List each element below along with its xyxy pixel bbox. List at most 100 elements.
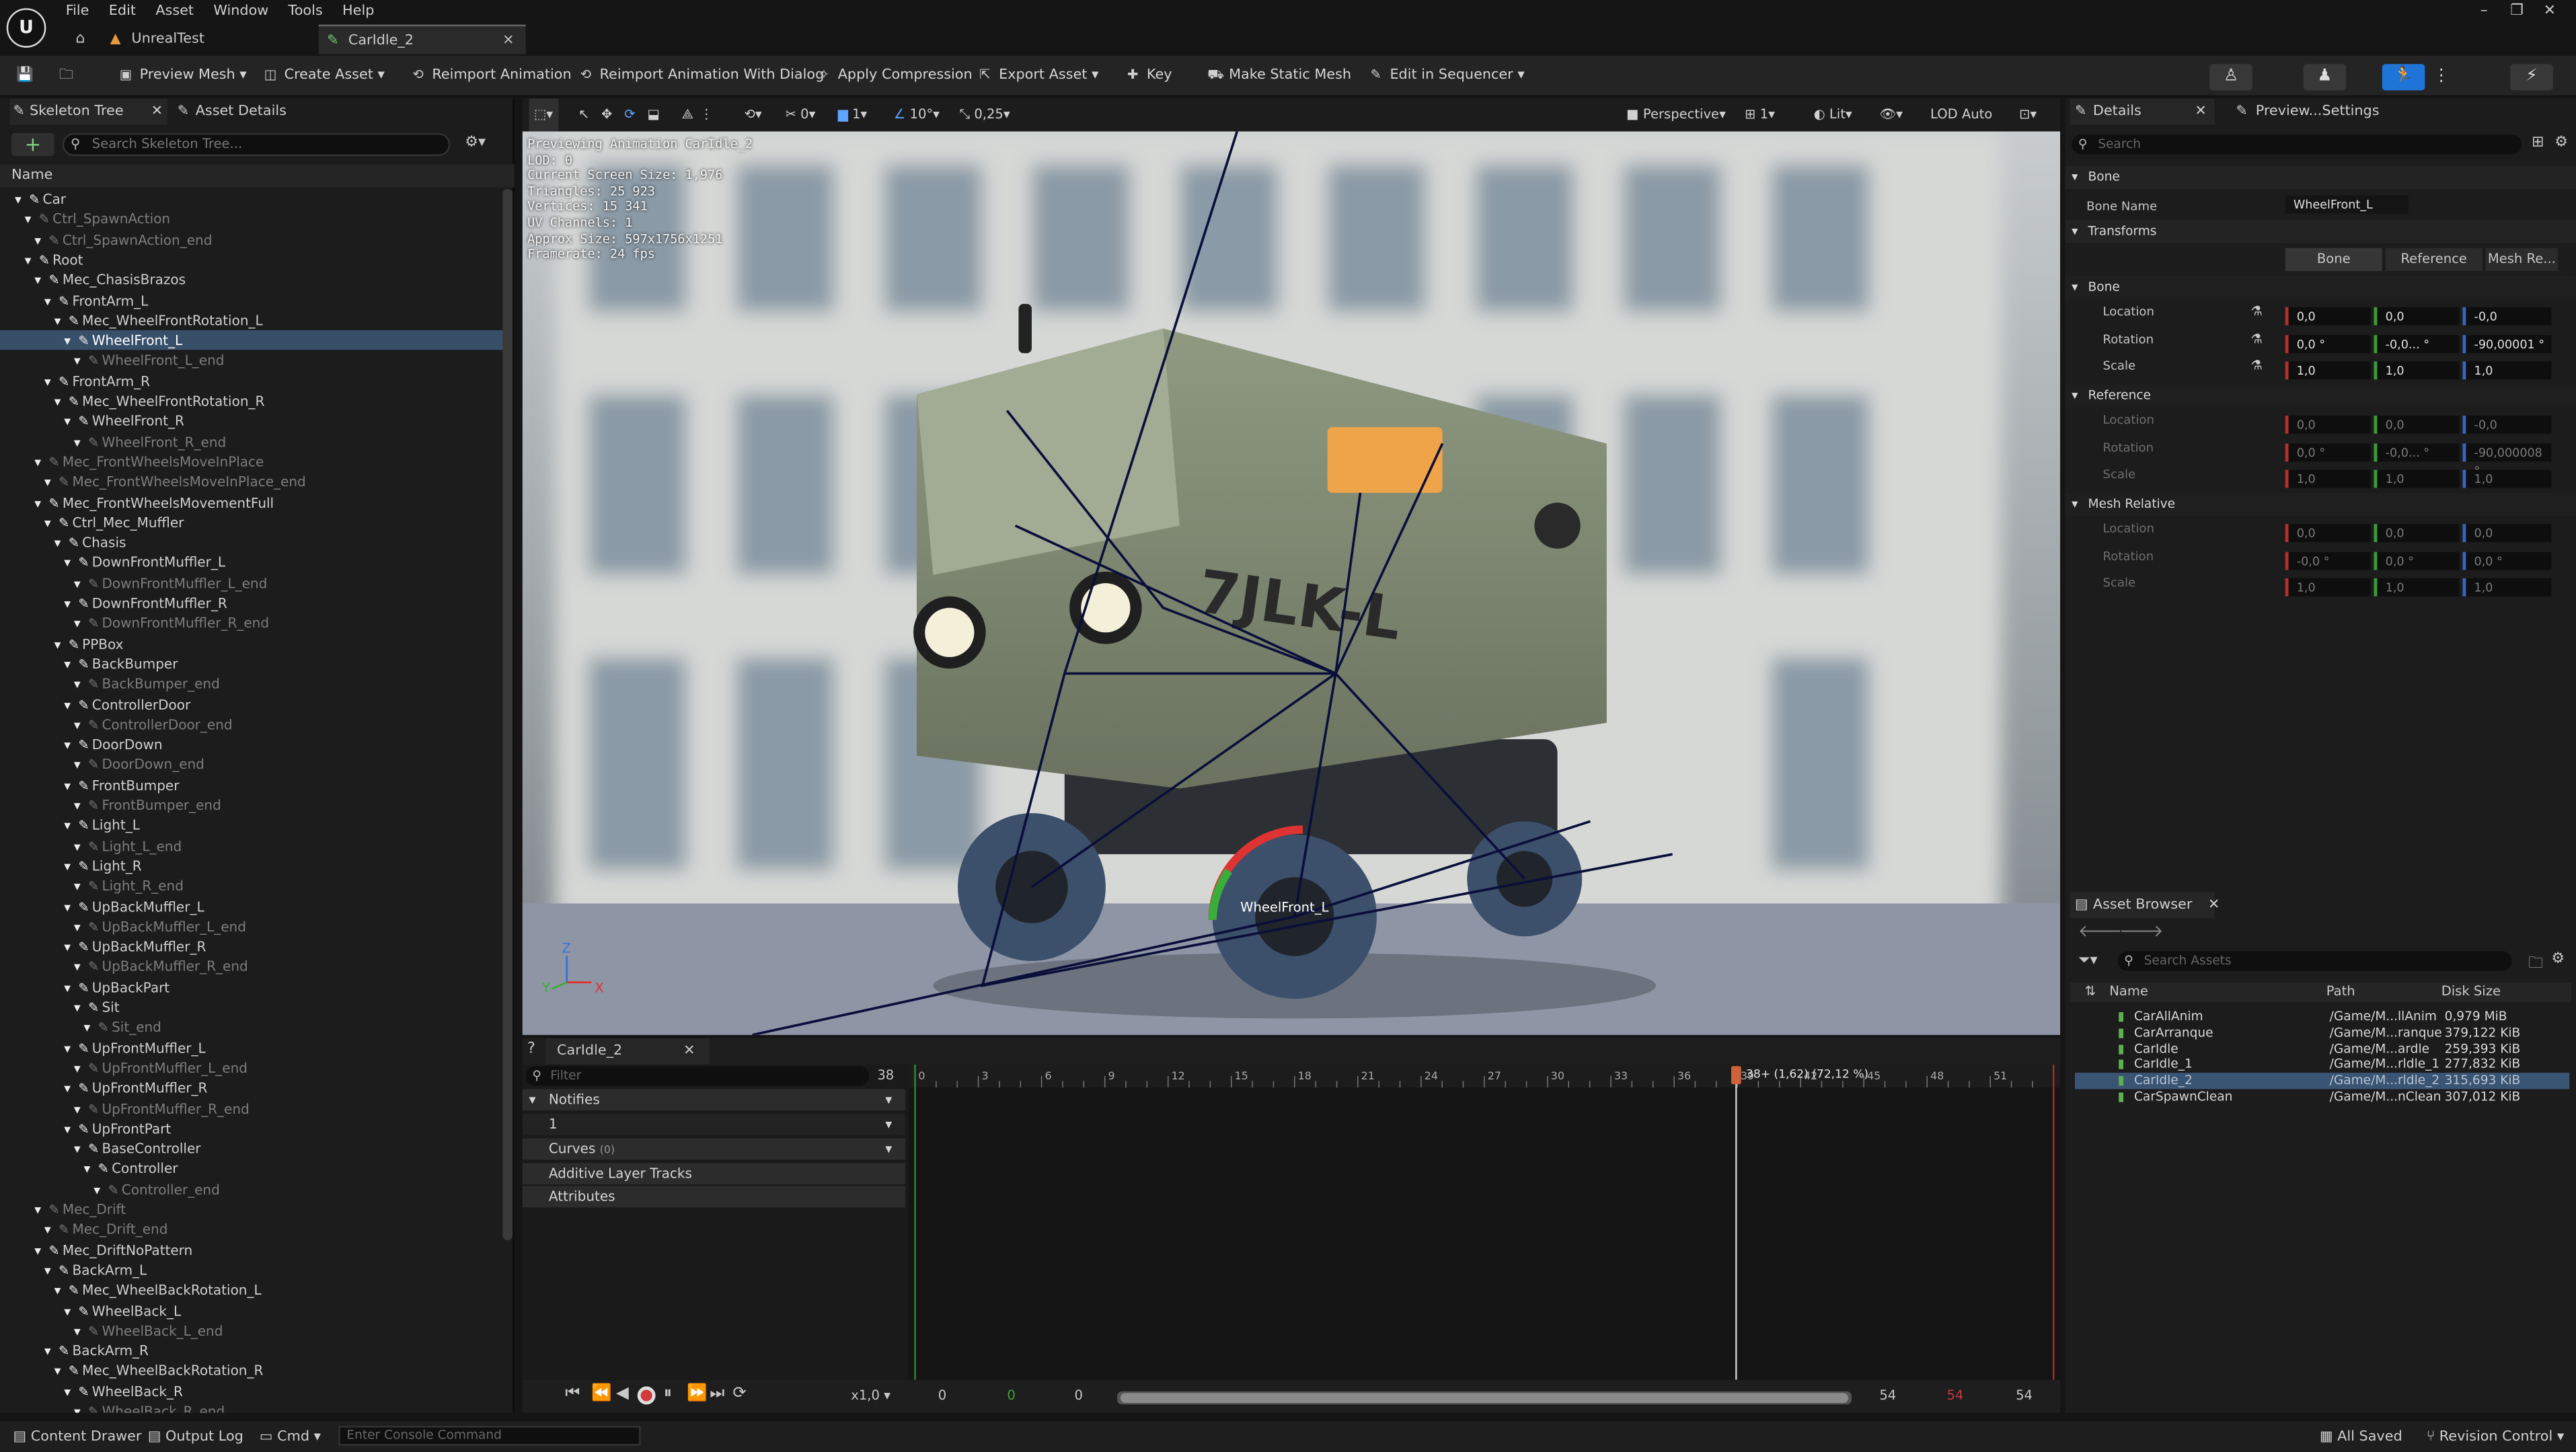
section-bone[interactable]: ▾ Bone bbox=[2065, 165, 2576, 189]
rotation-y-field[interactable]: -0,0... ° bbox=[2374, 443, 2460, 461]
space-toggle-icon[interactable]: ⚗ bbox=[2250, 358, 2263, 373]
scale-icon[interactable]: ⬓ bbox=[647, 99, 659, 132]
location-y-field[interactable]: 0,0 bbox=[2374, 524, 2460, 543]
expand-arrow-icon[interactable]: ▾ bbox=[59, 1079, 75, 1100]
bone-row[interactable]: ▾ ✎ Mec_ChasisBrazos bbox=[0, 270, 502, 290]
range-end[interactable]: 54 bbox=[1879, 1388, 1896, 1403]
expand-arrow-icon[interactable]: ▾ bbox=[59, 332, 75, 352]
bone-row[interactable]: ▾ ✎ FrontBumper bbox=[0, 775, 502, 795]
bone-row[interactable]: ▾ ✎ Controller bbox=[0, 1159, 502, 1179]
asset-row[interactable]: ▮ CarIdle_2/Game/M...rldle_2 315,693 KiB bbox=[2075, 1073, 2570, 1090]
location-y-field[interactable]: 0,0 bbox=[2374, 307, 2460, 326]
menu-tools[interactable]: Tools bbox=[278, 0, 332, 23]
bone-row[interactable]: ▾ ✎ BackArm_R bbox=[0, 1340, 502, 1361]
tab-details[interactable]: ✎ Details ✕ bbox=[2070, 98, 2215, 125]
location-z-field[interactable]: -0,0 bbox=[2462, 307, 2552, 326]
create-asset-button[interactable]: ◫ Create Asset ▾ bbox=[263, 56, 385, 97]
bone-name-field[interactable]: WheelFront_L bbox=[2285, 195, 2409, 214]
space-toggle-icon[interactable]: ⚗ bbox=[2250, 304, 2263, 319]
bone-row[interactable]: ▾ ✎ WheelBack_L_end bbox=[0, 1320, 502, 1340]
expand-arrow-icon[interactable]: ▾ bbox=[40, 292, 56, 312]
notify-track-1[interactable]: 1 ▾ bbox=[522, 1114, 905, 1135]
scrollbar-thumb[interactable] bbox=[1120, 1393, 1848, 1403]
expand-arrow-icon[interactable]: ▾ bbox=[69, 757, 85, 777]
bone-row[interactable]: ▾ ✎ Mec_DriftNoPattern bbox=[0, 1239, 502, 1260]
bone-row[interactable]: ▾ ✎ Light_R bbox=[0, 855, 502, 876]
bone-row[interactable]: ▾ ✎ Controller_end bbox=[0, 1179, 502, 1199]
bone-row[interactable]: ▾ ✎ Light_L_end bbox=[0, 835, 502, 855]
mesh-relative-button[interactable]: Mesh Re... bbox=[2485, 247, 2559, 272]
skip-to-start-icon[interactable]: ⏮ bbox=[565, 1385, 580, 1403]
location-x-field[interactable]: 0,0 bbox=[2285, 307, 2371, 326]
expand-arrow-icon[interactable]: ▾ bbox=[40, 1342, 56, 1363]
dropdown-icon[interactable]: ▾ bbox=[885, 1139, 892, 1160]
bone-row[interactable]: ▾ ✎ DoorDown_end bbox=[0, 755, 502, 775]
expand-arrow-icon[interactable]: ▾ bbox=[49, 393, 65, 413]
back-arrow-icon[interactable]: 🡐 bbox=[2078, 921, 2123, 942]
bone-row[interactable]: ▾ ✎ UpFrontMuffler_R_end bbox=[0, 1098, 502, 1118]
sort-icon[interactable]: ⇅ bbox=[2085, 983, 2096, 1002]
physics-mode-button[interactable]: ⚡ bbox=[2510, 64, 2553, 91]
expand-arrow-icon[interactable]: ▾ bbox=[59, 736, 75, 757]
attributes-track[interactable]: Attributes bbox=[522, 1186, 905, 1208]
bone-row[interactable]: ▾ ✎ Ctrl_SpawnAction bbox=[0, 209, 502, 229]
bone-row[interactable]: ▾ ✎ PPBox bbox=[0, 634, 502, 654]
bone-row[interactable]: ▾ ✎ DownFrontMuffler_L_end bbox=[0, 573, 502, 593]
rotation-z-field[interactable]: -90,00001 ° bbox=[2462, 334, 2552, 353]
expand-arrow-icon[interactable]: ▾ bbox=[89, 1180, 105, 1200]
bone-row[interactable]: ▾ ✎ DownFrontMuffler_R bbox=[0, 593, 502, 613]
close-tab-icon[interactable]: ✕ bbox=[151, 99, 163, 125]
show-flags-button[interactable]: 👁▾ bbox=[1879, 99, 1903, 132]
step-forward-icon[interactable]: ⏩ bbox=[687, 1385, 707, 1403]
bone-row[interactable]: ▾ ✎ BaseController bbox=[0, 1139, 502, 1159]
expand-arrow-icon[interactable]: ▾ bbox=[59, 595, 75, 615]
expand-arrow-icon[interactable]: ▾ bbox=[40, 1221, 56, 1241]
expand-arrow-icon[interactable]: ▾ bbox=[69, 1100, 85, 1120]
add-bone-button[interactable]: + bbox=[11, 132, 54, 157]
close-window-button[interactable]: ✕ bbox=[2533, 0, 2566, 23]
scale-x-field[interactable]: 1,0 bbox=[2285, 470, 2371, 488]
reimport-animation-button[interactable]: ⟲ Reimport Animation bbox=[411, 56, 571, 97]
timeline-graph[interactable]: 0 3 6 9 12 15 18 21 24 27 30 33 36 39 42 45 48 51 38+ (1,6… bbox=[908, 1064, 2061, 1380]
bone-row[interactable]: ▾ ✎ Mec_Drift_end bbox=[0, 1219, 502, 1239]
range-view-end[interactable]: 54 bbox=[2016, 1388, 2033, 1403]
bone-row[interactable]: ▾ ✎ BackArm_L bbox=[0, 1260, 502, 1280]
bone-row[interactable]: ▾ ✎ WheelBack_L bbox=[0, 1300, 502, 1320]
expand-arrow-icon[interactable]: ▾ bbox=[30, 271, 46, 291]
minimize-button[interactable]: – bbox=[2468, 0, 2501, 23]
mesh-mode-button[interactable]: ♟ bbox=[2303, 64, 2347, 91]
bone-row[interactable]: ▾ ✎ WheelBack_R bbox=[0, 1381, 502, 1401]
menu-help[interactable]: Help bbox=[332, 0, 384, 23]
expand-arrow-icon[interactable]: ▾ bbox=[20, 251, 36, 271]
expand-arrow-icon[interactable]: ▾ bbox=[49, 635, 65, 655]
expand-arrow-icon[interactable]: ▾ bbox=[69, 716, 85, 736]
scale-y-field[interactable]: 1,0 bbox=[2374, 578, 2460, 597]
export-asset-button[interactable]: ⇱ Export Asset ▾ bbox=[977, 56, 1098, 97]
tab-caridle-2[interactable]: ✎ CarIdle_2 ✕ bbox=[318, 24, 526, 54]
menu-file[interactable]: File bbox=[56, 0, 99, 23]
apply-compression-button[interactable]: ✧ Apply Compression bbox=[817, 56, 973, 97]
skeleton-mode-button[interactable]: ♙ bbox=[2209, 64, 2252, 91]
bone-row[interactable]: ▾ ✎ Ctrl_Mec_Muffler bbox=[0, 512, 502, 533]
expand-arrow-icon[interactable]: ▾ bbox=[40, 514, 56, 534]
rotation-x-field[interactable]: 0,0 ° bbox=[2285, 334, 2371, 353]
reimport-dialog-button[interactable]: ⟲ Reimport Animation With Dialog bbox=[578, 56, 825, 97]
record-icon[interactable] bbox=[637, 1386, 656, 1405]
cmd-button[interactable]: ▭ Cmd ▾ bbox=[260, 1421, 321, 1452]
tab-asset-browser[interactable]: ▤ Asset Browser ✕ bbox=[2070, 892, 2220, 919]
expand-arrow-icon[interactable]: ▾ bbox=[49, 1363, 65, 1383]
all-saved-button[interactable]: ▦ All Saved bbox=[2320, 1421, 2402, 1452]
console-command-input[interactable]: Enter Console Command bbox=[338, 1426, 641, 1446]
section-mesh[interactable]: ▾ Mesh Relative bbox=[2065, 492, 2576, 516]
expand-arrow-icon[interactable]: ▾ bbox=[69, 837, 85, 857]
settings-gear-icon[interactable]: ⚙ bbox=[2554, 135, 2568, 151]
scale-snap-button[interactable]: ⤡ 0,25▾ bbox=[959, 99, 1010, 132]
track-filter-input[interactable]: ⚲ Filter bbox=[525, 1066, 870, 1086]
range-view-start[interactable]: 0 bbox=[1074, 1388, 1082, 1403]
range-working-end[interactable]: 54 bbox=[1946, 1388, 1963, 1403]
surface-snap-icon[interactable]: ⟁ bbox=[682, 99, 693, 132]
bone-row[interactable]: ▾ ✎ Mec_FrontWheelsMoveInPlace bbox=[0, 451, 502, 471]
bone-row[interactable]: ▾ ✎ BackBumper bbox=[0, 654, 502, 674]
bone-row[interactable]: ▾ ✎ Sit_end bbox=[0, 1018, 502, 1038]
details-search-input[interactable]: ⚲ Search bbox=[2072, 135, 2522, 155]
